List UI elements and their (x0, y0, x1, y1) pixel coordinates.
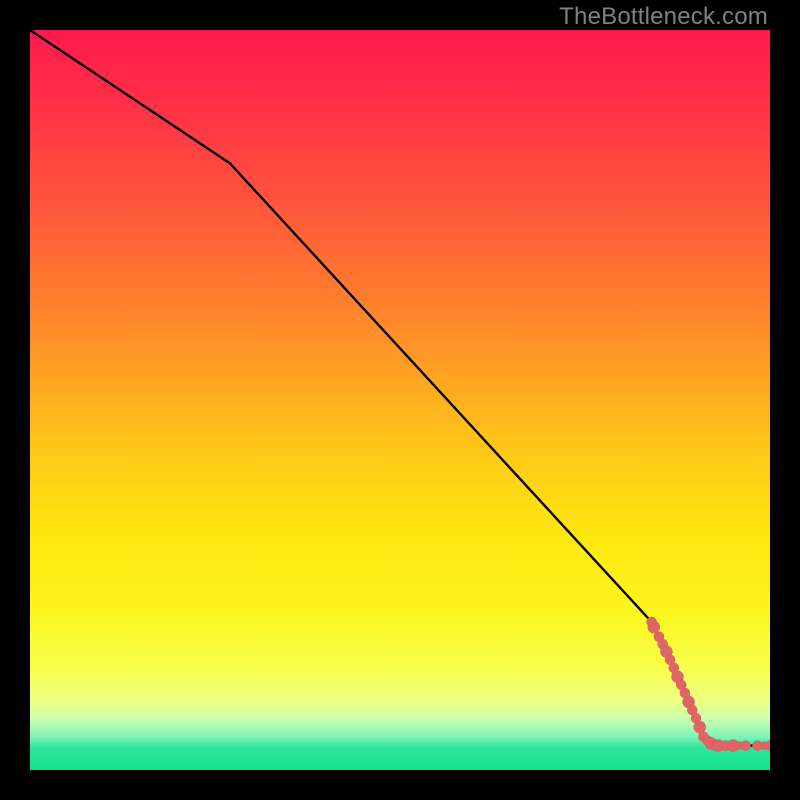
data-dot (648, 621, 660, 633)
data-dots (647, 617, 770, 752)
watermark-text: TheBottleneck.com (559, 3, 768, 31)
data-dot (741, 741, 751, 751)
chart-frame (0, 0, 800, 800)
plot-area (30, 30, 770, 770)
chart-overlay (30, 30, 770, 770)
data-dot (694, 721, 706, 733)
